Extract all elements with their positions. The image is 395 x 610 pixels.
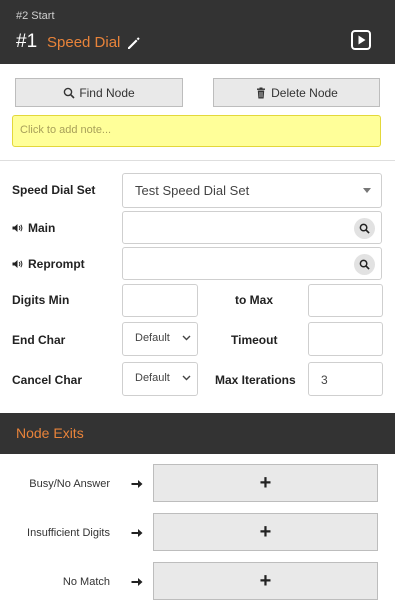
- end-char-label: End Char: [12, 333, 65, 347]
- pencil-icon[interactable]: [126, 35, 142, 51]
- add-exit-busy-no-answer-button[interactable]: +: [153, 464, 378, 502]
- plus-icon: +: [259, 521, 272, 543]
- timeout-input[interactable]: [308, 322, 383, 356]
- find-node-button[interactable]: Find Node: [15, 78, 183, 107]
- to-max-input[interactable]: [308, 284, 383, 317]
- note-placeholder: Click to add note...: [20, 124, 112, 136]
- add-exit-insufficient-digits-button[interactable]: +: [153, 513, 378, 551]
- timeout-label: Timeout: [231, 333, 277, 347]
- max-iterations-label: Max Iterations: [215, 373, 296, 387]
- reprompt-search-button[interactable]: [354, 254, 375, 275]
- cancel-char-label: Cancel Char: [12, 373, 82, 387]
- node-header: #2 Start #1 Speed Dial: [0, 0, 395, 64]
- to-max-label-text: to Max: [235, 293, 274, 307]
- chevron-down-icon: [182, 335, 191, 341]
- reprompt-label-text: Reprompt: [28, 257, 85, 271]
- cancel-char-select[interactable]: Default: [122, 362, 198, 396]
- end-char-value: Default: [135, 332, 170, 344]
- node-title[interactable]: Speed Dial: [47, 34, 120, 51]
- exit-label-busy-no-answer: Busy/No Answer: [29, 478, 110, 490]
- search-icon: [359, 223, 370, 234]
- speed-dial-set-label: Speed Dial Set: [12, 183, 95, 197]
- node-number: #1: [16, 31, 38, 52]
- plus-icon: +: [259, 570, 272, 592]
- play-icon[interactable]: [350, 29, 372, 51]
- divider: [0, 160, 395, 161]
- plus-icon: +: [259, 472, 272, 494]
- chevron-down-icon: [182, 375, 191, 381]
- reprompt-label: Reprompt: [12, 257, 85, 271]
- speed-dial-set-label-text: Speed Dial Set: [12, 183, 96, 197]
- exit-label-no-match: No Match: [62, 576, 110, 588]
- cancel-char-label-text: Cancel Char: [12, 373, 83, 387]
- max-iterations-input[interactable]: 3: [308, 362, 383, 396]
- digits-min-label: Digits Min: [12, 293, 69, 307]
- max-iterations-value: 3: [321, 373, 328, 387]
- max-iterations-label-text: Max Iterations: [215, 373, 296, 387]
- note-input[interactable]: Click to add note...: [12, 115, 381, 147]
- main-label-text: Main: [28, 221, 56, 235]
- node-exits-header: Node Exits: [0, 413, 395, 454]
- speaker-icon: [12, 260, 23, 268]
- main-label: Main: [12, 221, 55, 235]
- search-icon: [359, 259, 370, 270]
- arrow-right-icon: [131, 529, 143, 537]
- speaker-icon: [12, 224, 23, 232]
- search-icon: [64, 87, 75, 99]
- find-node-label: Find Node: [79, 85, 135, 100]
- digits-min-input[interactable]: [122, 284, 198, 317]
- caret-down-icon: [363, 188, 371, 193]
- reprompt-input[interactable]: [122, 247, 382, 280]
- exit-label-insufficient-digits: Insufficient Digits: [27, 527, 110, 539]
- timeout-label-text: Timeout: [231, 333, 278, 347]
- add-exit-no-match-button[interactable]: +: [153, 562, 378, 600]
- end-char-select[interactable]: Default: [122, 322, 198, 356]
- delete-node-label: Delete Node: [271, 85, 338, 100]
- delete-node-button[interactable]: Delete Node: [213, 78, 380, 107]
- end-char-label-text: End Char: [12, 333, 66, 347]
- cancel-char-value: Default: [135, 372, 170, 384]
- digits-min-label-text: Digits Min: [12, 293, 70, 307]
- breadcrumb[interactable]: #2 Start: [16, 10, 55, 22]
- speed-dial-set-value: Test Speed Dial Set: [135, 183, 250, 198]
- arrow-right-icon: [131, 578, 143, 586]
- node-exits-title: Node Exits: [16, 425, 84, 441]
- to-max-label: to Max: [235, 293, 273, 307]
- arrow-right-icon: [131, 480, 143, 488]
- main-prompt-input[interactable]: [122, 211, 382, 244]
- trash-icon: [257, 87, 266, 98]
- main-search-button[interactable]: [354, 218, 375, 239]
- speed-dial-set-select[interactable]: Test Speed Dial Set: [122, 173, 382, 208]
